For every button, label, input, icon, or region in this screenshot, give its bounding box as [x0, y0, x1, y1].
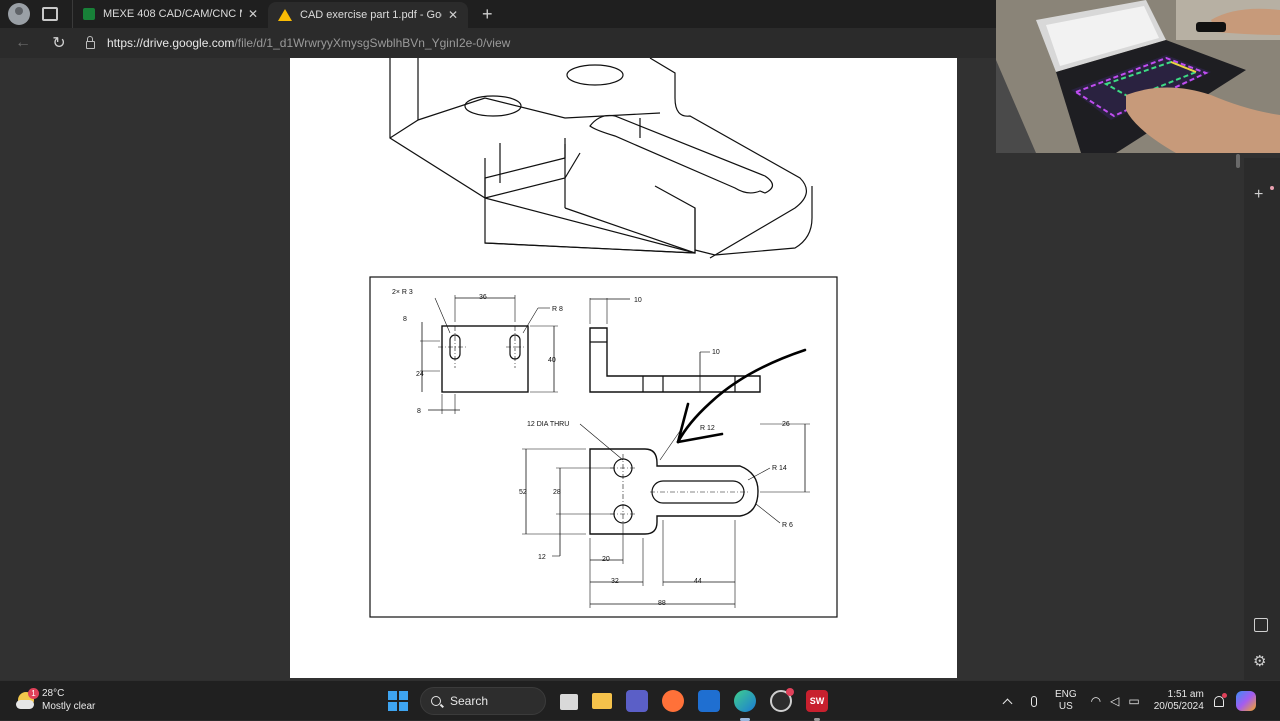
clock-time: 1:51 am	[1167, 689, 1204, 700]
solidworks-icon[interactable]: SW	[806, 690, 828, 721]
side-thickness-dim: 10	[712, 349, 720, 356]
close-icon[interactable]: ✕	[248, 7, 258, 21]
engineering-drawing: 2× R 3 36 R 8 8 40 24 8 10 10 12 DIA THR…	[369, 58, 838, 618]
webcam-overlay	[996, 0, 1280, 153]
front-slot-callout: R 6	[782, 522, 793, 529]
front-neck-x-dim: 32	[611, 578, 619, 585]
tab-actions-icon[interactable]	[42, 7, 58, 21]
front-right-height-dim: 26	[782, 421, 790, 428]
side-top-dim: 10	[634, 297, 642, 304]
reload-icon[interactable]: ↻	[48, 33, 70, 53]
top-slot-callout: 2× R 3	[392, 289, 413, 296]
edge-icon[interactable]	[734, 690, 756, 721]
search-icon	[431, 696, 441, 706]
tab-cad-exercise[interactable]: CAD exercise part 1.pdf - Google ✕	[268, 2, 468, 28]
weather-temp: 28°C	[42, 688, 65, 699]
language-indicator[interactable]: ENG US	[1055, 689, 1077, 713]
start-button[interactable]	[388, 691, 408, 711]
system-tray: ENG US ◠ ◁ ▭ 1:51 am 20/05/2024	[1000, 687, 1256, 715]
top-bottom-dim: 8	[417, 408, 421, 415]
front-slot-length-dim: 44	[694, 578, 702, 585]
tab-label: CAD exercise part 1.pdf - Google	[300, 9, 442, 21]
top-height-dim: 40	[548, 357, 556, 364]
top-mid-dim: 24	[416, 371, 424, 378]
profile-avatar[interactable]	[8, 3, 30, 25]
top-width-dim: 36	[479, 294, 487, 301]
front-overall-height-dim: 52	[519, 489, 527, 496]
url-text[interactable]: https://drive.google.com/file/d/1_d1Wrwr…	[107, 36, 510, 50]
tab-mexe-408[interactable]: MEXE 408 CAD/CAM/CNC Mexe ✕	[72, 0, 268, 28]
scrollbar-thumb[interactable]	[1236, 154, 1240, 168]
drive-icon	[278, 9, 292, 21]
store-icon[interactable]	[698, 690, 720, 712]
side-view: 10 10	[589, 297, 761, 393]
pdf-page: 2× R 3 36 R 8 8 40 24 8 10 10 12 DIA THR…	[290, 58, 957, 678]
copilot-icon[interactable]	[1235, 691, 1256, 711]
wifi-icon[interactable]: ◠	[1091, 694, 1101, 708]
weather-widget[interactable]: 1 28°C Mostly clear	[16, 687, 95, 713]
notification-dot	[1270, 186, 1274, 190]
chrome-icon[interactable]	[770, 688, 794, 712]
tab-label: MEXE 408 CAD/CAM/CNC Mexe	[103, 8, 242, 20]
front-fillet-callout: R 12	[700, 425, 715, 432]
add-icon[interactable]: +	[1254, 186, 1263, 204]
sheets-icon	[83, 8, 95, 20]
battery-icon[interactable]: ▭	[1128, 694, 1139, 708]
front-overall-length-dim: 88	[658, 600, 666, 607]
front-hole-spacing-dim: 28	[553, 489, 561, 496]
close-icon[interactable]: ✕	[448, 8, 458, 22]
front-hole-callout: 12 DIA THRU	[527, 421, 569, 428]
task-view-icon[interactable]	[560, 694, 578, 710]
gear-icon[interactable]: ⚙	[1253, 652, 1266, 670]
front-view: 12 DIA THRU R 12 26 R 14 R 6 52 28 12 20…	[519, 421, 810, 608]
volume-icon[interactable]: ◁	[1110, 694, 1119, 708]
viewer-side-panel	[1244, 158, 1280, 680]
file-explorer-icon[interactable]	[592, 693, 612, 709]
url-field[interactable]: https://drive.google.com/file/d/1_d1Wrwr…	[86, 31, 510, 55]
chevron-up-icon[interactable]	[1002, 698, 1013, 708]
clock[interactable]: 1:51 am 20/05/2024	[1154, 689, 1204, 713]
firefox-icon[interactable]	[662, 690, 684, 712]
search-label: Search	[450, 694, 489, 708]
clock-date: 20/05/2024	[1153, 701, 1204, 712]
screenshot-icon[interactable]	[1254, 618, 1268, 632]
taskbar-apps: Search SW	[388, 687, 828, 721]
notification-bell-icon[interactable]	[1213, 692, 1227, 707]
back-arrow-icon[interactable]: ←	[12, 34, 34, 52]
top-view: 2× R 3 36 R 8 8 40 24 8	[392, 289, 563, 415]
front-bottom-offset-dim: 12	[538, 554, 546, 561]
weather-badge: 1	[28, 688, 39, 699]
annotation-arrow	[676, 348, 807, 444]
top-left-dim: 8	[403, 316, 407, 323]
top-radius-callout: R 8	[552, 306, 563, 313]
weather-desc: Mostly clear	[42, 701, 96, 712]
front-hole-x-dim: 20	[602, 556, 610, 563]
new-tab-button[interactable]: +	[482, 4, 493, 25]
taskbar-search[interactable]: Search	[420, 687, 546, 715]
microphone-icon[interactable]	[1031, 695, 1037, 707]
teams-icon[interactable]	[626, 690, 648, 712]
weather-icon: 1	[16, 688, 39, 710]
taskbar: 1 28°C Mostly clear Search SW ENG US ◠ ◁	[0, 680, 1280, 721]
isometric-view	[389, 58, 813, 259]
front-slot-end-callout: R 14	[772, 465, 787, 472]
lock-icon[interactable]	[86, 36, 95, 49]
